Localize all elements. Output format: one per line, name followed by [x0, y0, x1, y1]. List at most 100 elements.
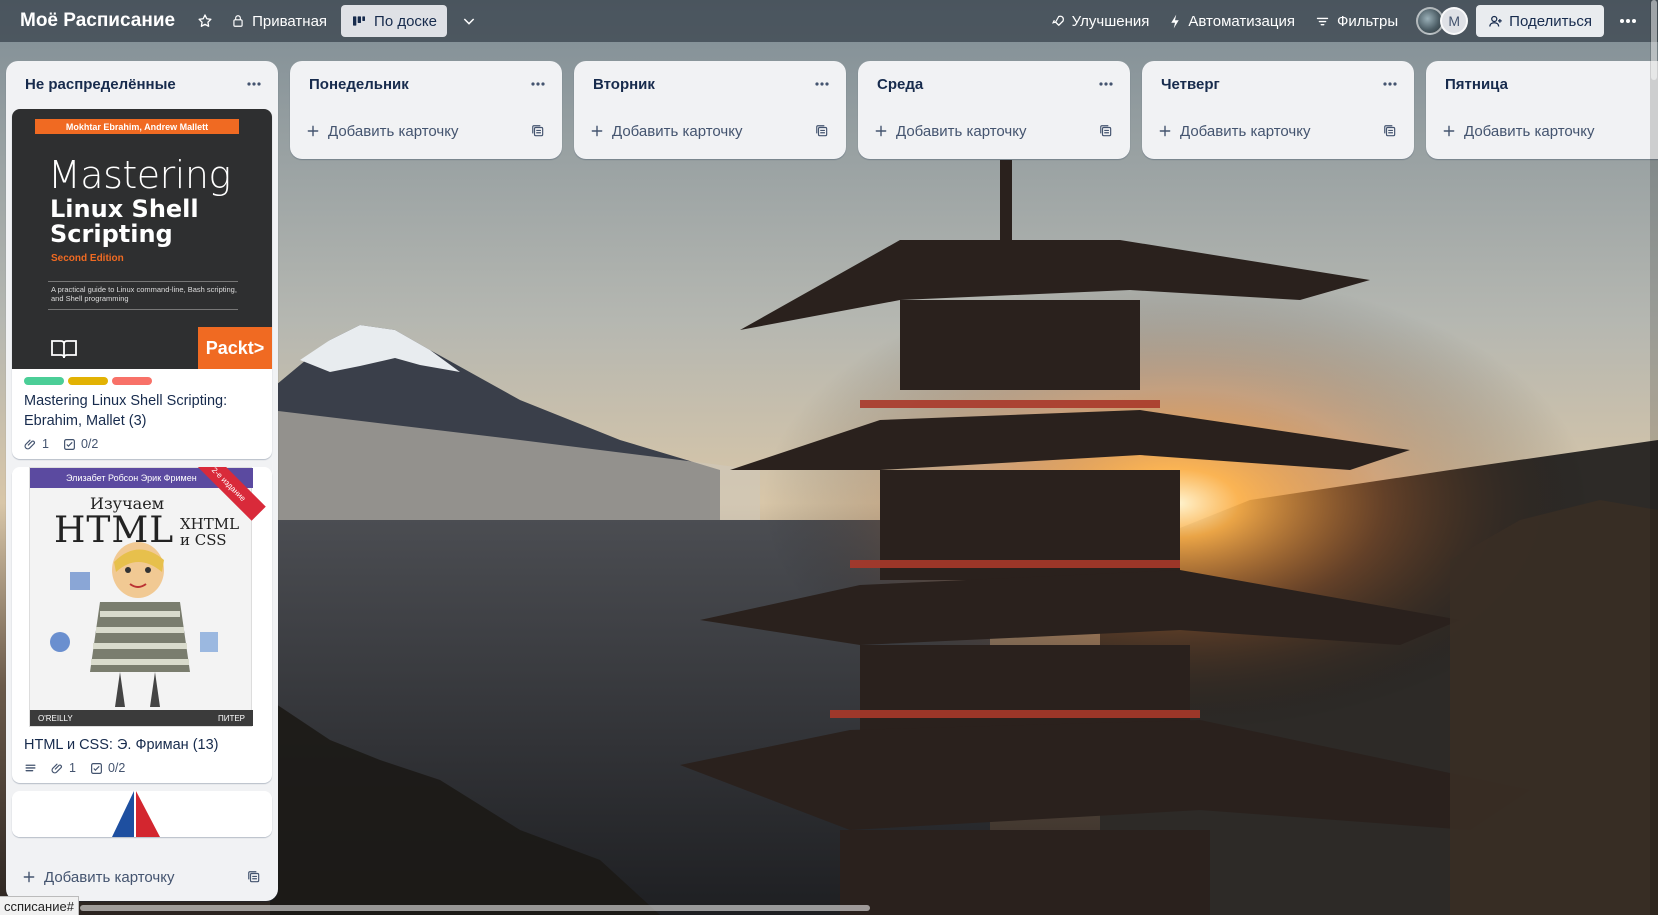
create-from-template-button[interactable] — [1094, 119, 1118, 143]
create-from-template-button[interactable] — [1378, 119, 1402, 143]
board-title[interactable]: Моё Расписание — [20, 10, 175, 32]
card-label-red[interactable] — [112, 377, 152, 385]
paperclip-icon — [51, 763, 63, 773]
cover-title-line: Linux Shell Scripting — [50, 197, 199, 247]
list-title[interactable]: Пятница — [1445, 76, 1508, 93]
vertical-scrollbar[interactable] — [1650, 0, 1658, 915]
browser-status-link: ссписание# — [0, 896, 79, 915]
list-tuesday: Вторник Добавить карточку — [574, 61, 846, 159]
cover-edition: Second Edition — [51, 253, 124, 264]
card-title[interactable]: Mastering Linux Shell Scripting: Ebrahim… — [24, 391, 260, 431]
automation-button[interactable]: Автоматизация — [1159, 5, 1305, 37]
cover-title-line: Mastering — [48, 153, 231, 197]
card-cover-image — [12, 791, 272, 837]
cover-title-line: Linux Shell — [50, 195, 199, 223]
scrollbar-thumb[interactable] — [1651, 0, 1657, 80]
template-icon — [248, 871, 260, 883]
add-card-button[interactable]: Добавить карточку — [306, 123, 458, 140]
list-footer: Добавить карточку — [290, 107, 562, 155]
share-button[interactable]: Поделиться — [1476, 5, 1604, 37]
filters-button[interactable]: Фильтры — [1305, 5, 1408, 37]
star-board-button[interactable] — [189, 5, 221, 37]
lock-icon — [233, 15, 243, 27]
lightning-icon — [1171, 14, 1180, 28]
add-card-button[interactable]: Добавить карточку — [22, 869, 174, 886]
open-book-icon — [51, 340, 77, 359]
card[interactable]: Mokhtar Ebrahim, Andrew Mallett Masterin… — [12, 109, 272, 459]
visibility-button[interactable]: Приватная — [221, 5, 337, 37]
attachments-badge: 1 — [51, 761, 76, 775]
cover-authors: Mokhtar Ebrahim, Andrew Mallett — [35, 119, 239, 134]
plus-icon — [23, 871, 35, 883]
add-card-button[interactable]: Добавить карточку — [874, 123, 1026, 140]
list-monday: Понедельник Добавить карточку — [290, 61, 562, 159]
card-cover-image: Элизабет Робсон Эрик Фримен 2-е издание … — [12, 467, 272, 727]
card[interactable]: Элизабет Робсон Эрик Фримен 2-е издание … — [12, 467, 272, 783]
create-from-template-button[interactable] — [242, 865, 266, 889]
list-footer: Добавить карточку — [6, 853, 278, 901]
template-icon — [1100, 125, 1112, 137]
cover-divider — [48, 281, 238, 282]
cover-publisher: ПИТЕР — [217, 713, 245, 723]
list-header[interactable]: Не распределённые — [6, 61, 278, 107]
template-icon — [1384, 125, 1396, 137]
checkbox-icon — [90, 762, 102, 774]
attachments-badge: 1 — [24, 437, 49, 451]
list-header[interactable]: Вторник — [574, 61, 846, 107]
add-card-label: Добавить карточку — [1180, 122, 1311, 140]
list-header[interactable]: Четверг — [1142, 61, 1414, 107]
list-menu-button[interactable] — [1378, 72, 1402, 96]
template-icon — [532, 125, 544, 137]
list-menu-button[interactable] — [1094, 72, 1118, 96]
list-title[interactable]: Не распределённые — [25, 76, 176, 93]
list-footer: Добавить карточку — [1142, 107, 1414, 155]
card[interactable] — [12, 791, 272, 837]
list-footer: Добавить карточку — [1426, 107, 1658, 155]
list-menu-button[interactable] — [810, 72, 834, 96]
add-card-button[interactable]: Добавить карточку — [590, 123, 742, 140]
publisher-logo: Packt> — [198, 327, 272, 369]
board-menu-button[interactable] — [1612, 5, 1644, 37]
list-title[interactable]: Понедельник — [309, 76, 409, 93]
board-view-button[interactable]: По доске — [341, 5, 447, 37]
cover-publisher: O'REILLY — [38, 713, 73, 723]
list-title[interactable]: Четверг — [1161, 76, 1220, 93]
powerups-label: Улучшения — [1071, 12, 1150, 30]
list-title[interactable]: Вторник — [593, 76, 655, 93]
cover-divider — [48, 309, 238, 310]
list-header[interactable]: Пятница — [1426, 61, 1658, 107]
cover-illustration — [112, 791, 160, 837]
list-thursday: Четверг Добавить карточку — [1142, 61, 1414, 159]
list-header[interactable]: Понедельник — [290, 61, 562, 107]
member-avatar[interactable]: M — [1440, 7, 1469, 35]
add-card-button[interactable]: Добавить карточку — [1442, 123, 1594, 140]
list-footer: Добавить карточку — [574, 107, 846, 155]
cover-illustration — [50, 542, 218, 707]
more-horizontal-icon — [815, 82, 829, 86]
list-menu-button[interactable] — [526, 72, 550, 96]
list-header[interactable]: Среда — [858, 61, 1130, 107]
checklist-count: 0/2 — [107, 761, 126, 775]
board-header: Моё Расписание Приватная По доске Улучше… — [0, 0, 1658, 42]
add-card-label: Добавить карточку — [896, 122, 1027, 140]
cover-subtitle: A practical guide to Linux command-line,… — [51, 285, 237, 303]
create-from-template-button[interactable] — [526, 119, 550, 143]
attachments-count: 1 — [69, 761, 76, 775]
add-card-label: Добавить карточку — [44, 868, 175, 886]
card-label-green[interactable] — [24, 377, 64, 385]
card-labels[interactable] — [24, 377, 260, 385]
plus-icon — [875, 125, 887, 137]
view-switcher-button[interactable] — [453, 5, 485, 37]
create-from-template-button[interactable] — [810, 119, 834, 143]
add-card-label: Добавить карточку — [612, 122, 743, 140]
list-menu-button[interactable] — [242, 72, 266, 96]
share-label: Поделиться — [1509, 12, 1592, 30]
board-view-icon — [353, 16, 366, 26]
add-card-button[interactable]: Добавить карточку — [1158, 123, 1310, 140]
horizontal-scrollbar[interactable] — [80, 905, 870, 911]
attachments-count: 1 — [42, 437, 49, 451]
powerups-button[interactable]: Улучшения — [1040, 5, 1160, 37]
card-title[interactable]: HTML и CSS: Э. Фриман (13) — [24, 735, 260, 755]
card-label-yellow[interactable] — [68, 377, 108, 385]
list-title[interactable]: Среда — [877, 76, 923, 93]
